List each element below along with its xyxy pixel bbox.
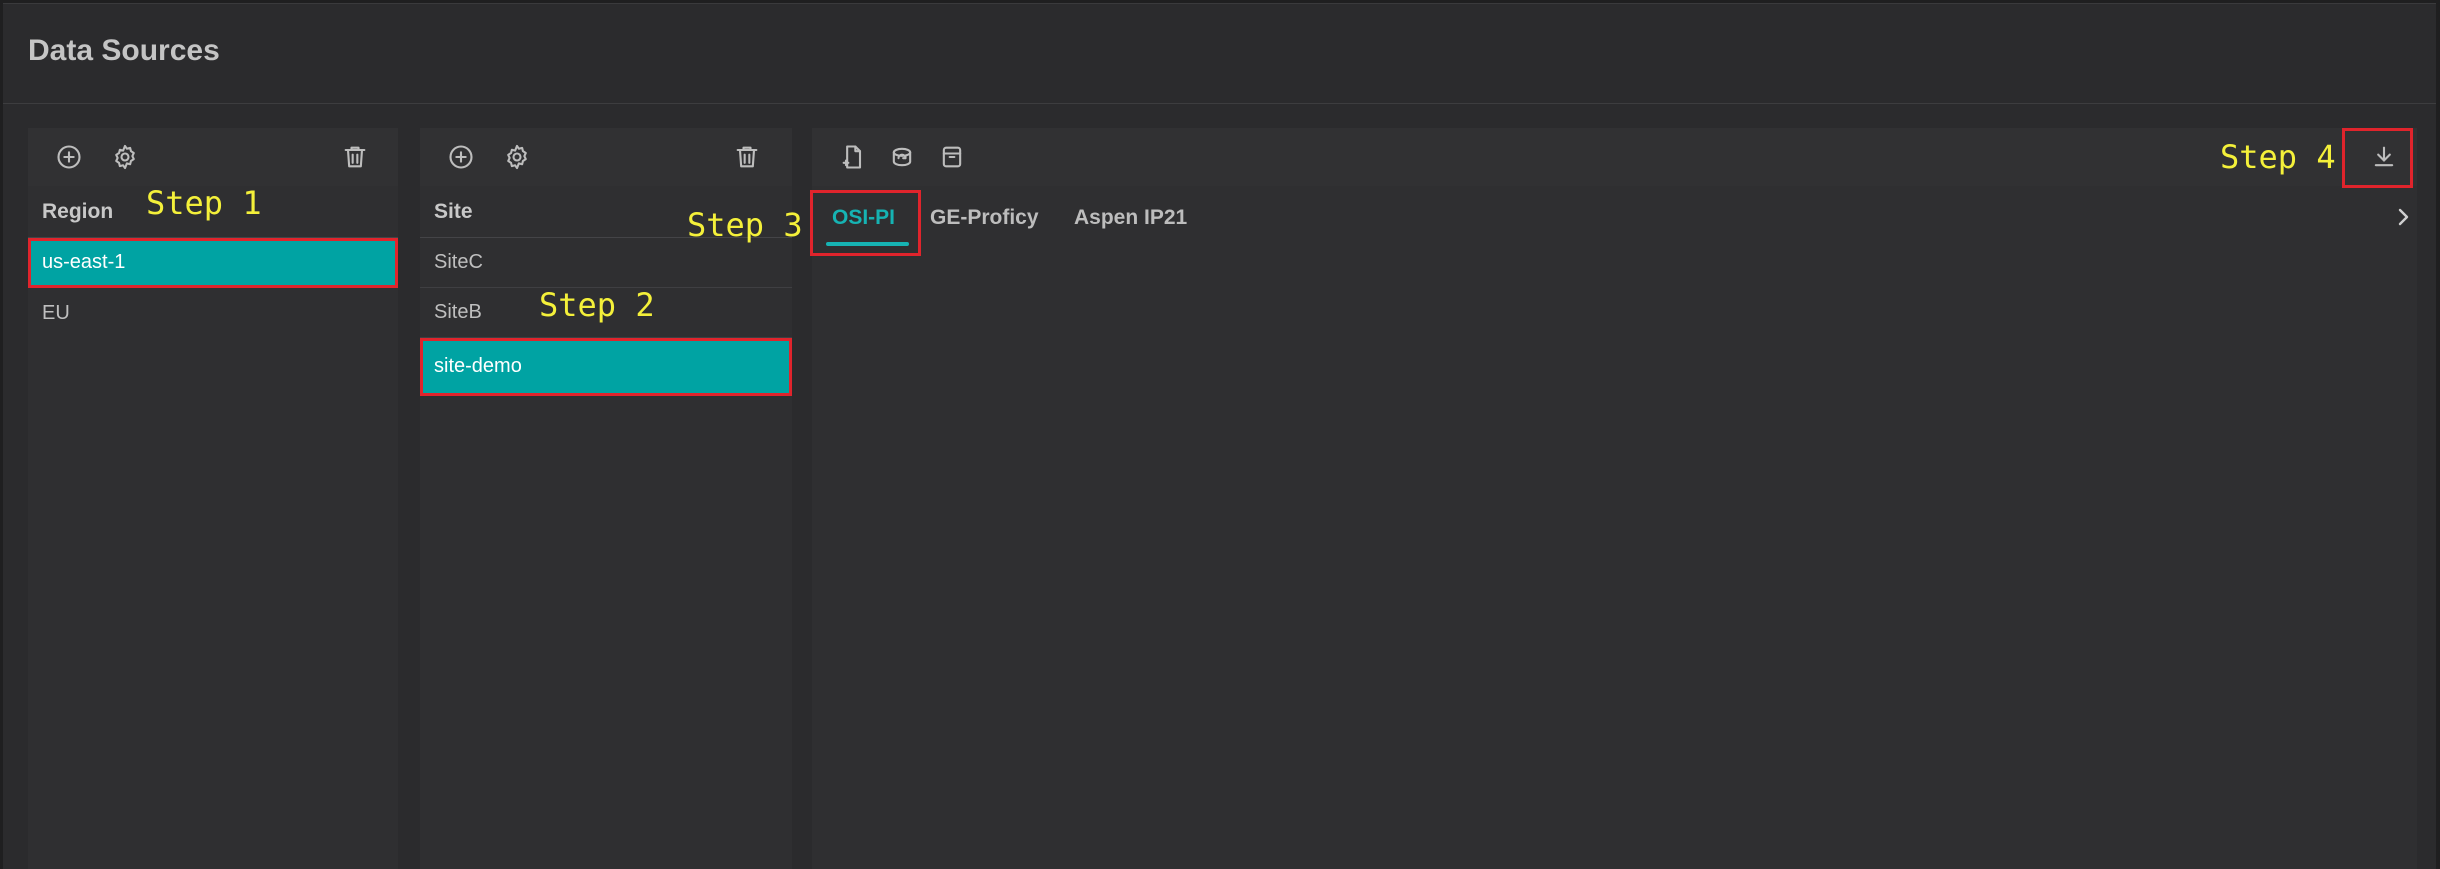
- data-source-tabs: OSI-PI GE-Proficy Aspen IP21: [812, 186, 2417, 248]
- tabs-scroll-right-button[interactable]: [2388, 202, 2418, 232]
- region-delete-button[interactable]: [336, 138, 374, 176]
- step-2-annotation: Step 2: [539, 286, 655, 324]
- site-toolbar: [420, 128, 792, 186]
- tab-ge-proficy[interactable]: GE-Proficy: [930, 196, 1039, 240]
- chevron-right-icon: [2398, 208, 2409, 226]
- region-toolbar: [28, 128, 398, 186]
- region-item-us-east-1[interactable]: us-east-1: [28, 238, 398, 288]
- database-sync-icon: [892, 147, 912, 167]
- gear-icon: [507, 144, 527, 170]
- region-settings-button[interactable]: [106, 138, 144, 176]
- data-source-content: [812, 250, 2417, 869]
- site-settings-button[interactable]: [498, 138, 536, 176]
- tab-label: Aspen IP21: [1074, 206, 1188, 229]
- new-file-icon: [842, 145, 862, 169]
- tab-aspen-ip21[interactable]: Aspen IP21: [1074, 196, 1187, 240]
- trash-icon: [344, 146, 366, 168]
- archive-icon: [942, 146, 962, 168]
- download-button[interactable]: [2365, 138, 2403, 176]
- site-add-button[interactable]: [442, 138, 480, 176]
- site-item-label: site-demo: [434, 355, 522, 377]
- step-4-annotation: Step 4: [2220, 138, 2336, 176]
- site-item-site-demo[interactable]: site-demo: [420, 338, 792, 396]
- database-sync-button[interactable]: [883, 138, 921, 176]
- active-tab-underline: [826, 242, 910, 246]
- region-item-label: EU: [42, 301, 70, 324]
- data-source-toolbar: [812, 128, 2417, 186]
- region-panel: Region us-east-1 EU: [28, 128, 398, 869]
- title-divider: [3, 103, 2436, 104]
- site-item-label: SiteC: [434, 251, 483, 273]
- trash-icon: [736, 146, 758, 168]
- tab-label: GE-Proficy: [930, 206, 1039, 229]
- add-icon: [449, 145, 473, 169]
- new-file-button[interactable]: [834, 138, 872, 176]
- region-item-label: us-east-1: [42, 251, 126, 273]
- archive-button[interactable]: [933, 138, 971, 176]
- step-1-annotation: Step 1: [146, 184, 262, 222]
- region-list: us-east-1 EU: [28, 238, 398, 338]
- gear-icon: [115, 144, 135, 170]
- data-source-panel: OSI-PI GE-Proficy Aspen IP21: [812, 128, 2417, 869]
- step-3-annotation: Step 3: [687, 206, 803, 244]
- add-icon: [57, 145, 81, 169]
- site-delete-button[interactable]: [728, 138, 766, 176]
- site-item-sitec[interactable]: SiteC: [420, 238, 792, 288]
- region-item-eu[interactable]: EU: [28, 288, 398, 338]
- page-title: Data Sources: [28, 34, 220, 67]
- tab-label: OSI-PI: [832, 206, 896, 229]
- tab-osi-pi[interactable]: OSI-PI: [826, 196, 910, 246]
- region-add-button[interactable]: [50, 138, 88, 176]
- site-item-label: SiteB: [434, 301, 482, 323]
- download-icon: [2374, 146, 2394, 167]
